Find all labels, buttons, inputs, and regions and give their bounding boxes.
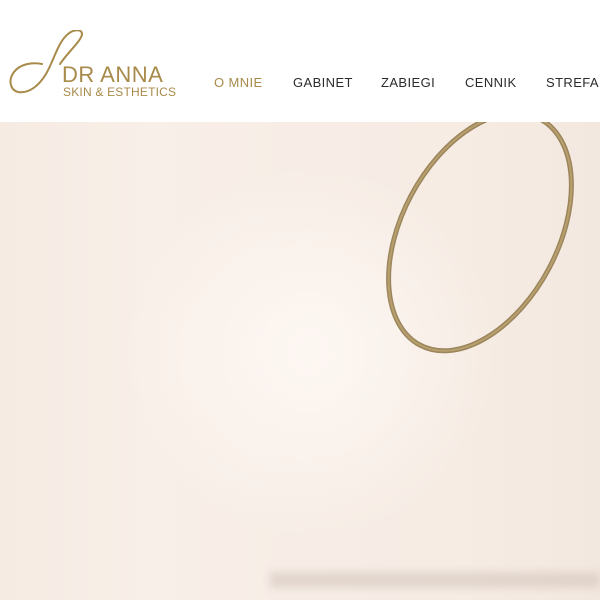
nav-item-o-mnie[interactable]: O MNIE [214, 74, 263, 92]
hero-image [0, 122, 600, 600]
nav-item-strefa[interactable]: STREFA I [546, 74, 600, 92]
nav-item-cennik[interactable]: CENNIK [465, 74, 517, 92]
hero-shelf-shadow [270, 572, 600, 588]
page: DR ANNA SKIN & ESTHETICS O MNIE GABINET … [0, 0, 600, 600]
nav-item-gabinet[interactable]: GABINET [293, 74, 353, 92]
brand-title: DR ANNA [62, 62, 164, 87]
gold-ring-decoration [386, 122, 574, 354]
site-header: DR ANNA SKIN & ESTHETICS O MNIE GABINET … [0, 0, 600, 122]
brand-subtitle: SKIN & ESTHETICS [63, 85, 177, 99]
brand-logo[interactable]: DR ANNA SKIN & ESTHETICS [6, 30, 176, 110]
nav-item-zabiegi[interactable]: ZABIEGI [381, 74, 435, 92]
